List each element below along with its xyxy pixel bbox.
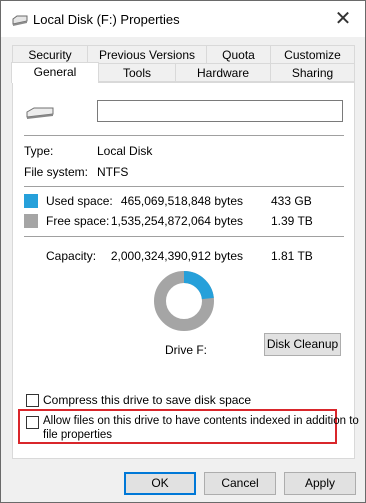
window-title: Local Disk (F:) Properties [33,12,180,27]
divider [24,135,344,136]
type-label: Type: [24,144,54,158]
used-space-bytes: 465,069,518,848 bytes [120,194,243,208]
apply-button[interactable]: Apply [284,472,356,495]
index-label-line2: file properties [43,429,113,441]
compress-checkbox[interactable] [26,394,39,407]
divider [24,186,344,187]
capacity-label: Capacity: [46,249,97,263]
close-button[interactable]: ✕ [321,1,365,37]
drive-label: Drive F: [165,343,207,357]
cancel-button[interactable]: Cancel [204,472,276,495]
tab-sharing[interactable]: Sharing [270,63,355,82]
compress-label: Compress this drive to save disk space [43,393,252,407]
tab-quota[interactable]: Quota [206,45,271,64]
divider [24,236,344,237]
title-bar: Local Disk (F:) Properties ✕ [1,1,365,37]
used-space-size: 433 GB [271,194,312,208]
used-space-swatch [24,194,38,208]
used-space-label: Used space: [46,194,113,208]
tab-previous-versions[interactable]: Previous Versions [87,45,207,64]
ok-button[interactable]: OK [124,472,196,495]
free-space-bytes: 1,535,254,872,064 bytes [110,214,243,228]
drive-icon [12,15,28,26]
capacity-size: 1.81 TB [271,249,313,263]
tab-tools[interactable]: Tools [98,63,176,82]
properties-window: Local Disk (F:) Properties ✕ Security Pr… [0,0,366,503]
free-space-swatch [24,214,38,228]
type-value: Local Disk [97,144,153,158]
tab-general[interactable]: General [11,62,99,83]
index-label-line1: Allow files on this drive to have conten… [43,415,359,427]
drive-icon [26,107,54,119]
file-system-value: NTFS [97,165,129,179]
tab-hardware[interactable]: Hardware [175,63,271,82]
tab-customize[interactable]: Customize [270,45,355,64]
disk-cleanup-button[interactable]: Disk Cleanup [264,333,341,356]
free-space-label: Free space: [46,214,110,228]
drive-name-input[interactable] [97,100,343,122]
close-icon: ✕ [334,8,352,30]
free-space-size: 1.39 TB [271,214,313,228]
file-system-label: File system: [24,165,89,179]
capacity-bytes: 2,000,324,390,912 bytes [110,249,243,263]
index-checkbox[interactable] [26,416,39,429]
disk-usage-donut [154,271,214,331]
